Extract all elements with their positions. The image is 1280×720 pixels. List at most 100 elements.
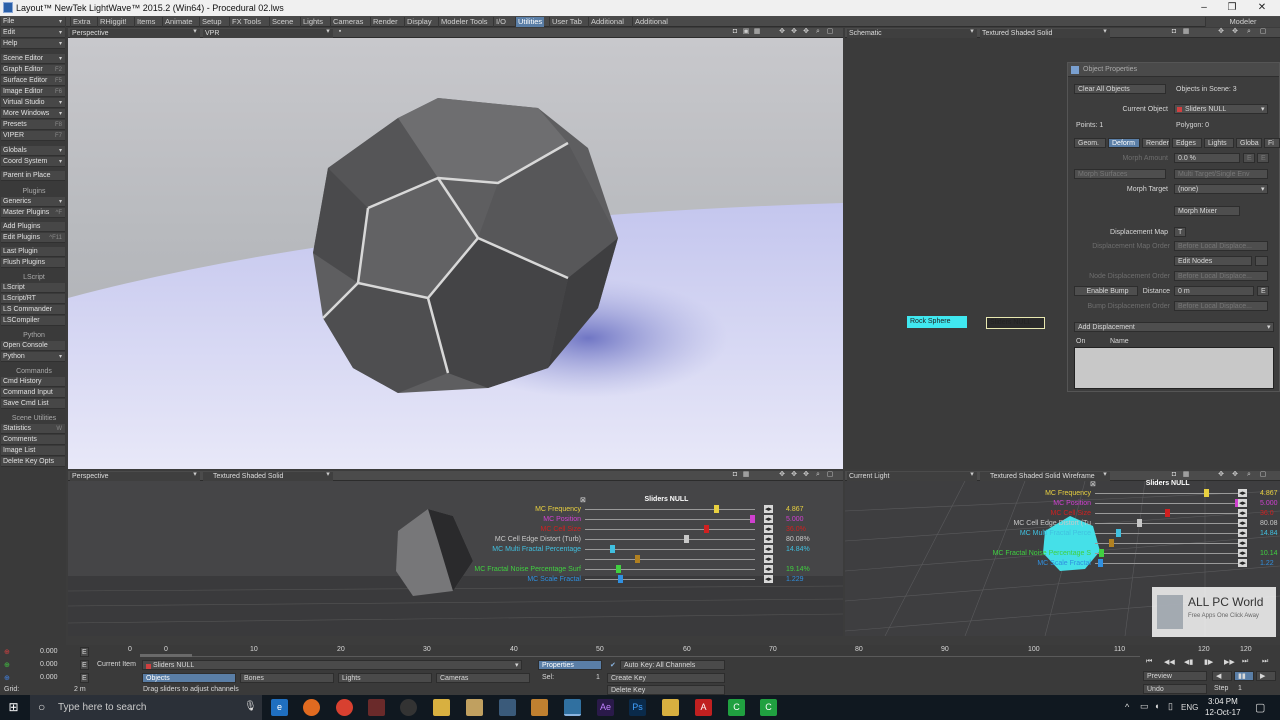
slider-stepper[interactable]: ◂▸	[764, 515, 774, 523]
envelope-button[interactable]: E	[80, 660, 89, 670]
play-forward-button[interactable]: ▶	[1256, 671, 1276, 681]
morph-mixer-button[interactable]: Morph Mixer	[1174, 206, 1240, 216]
grid-icon[interactable]: ▦	[1182, 28, 1190, 36]
orbit-icon[interactable]: ✥	[802, 471, 810, 479]
render-mode-dropdown[interactable]: Textured Shaded Solid	[203, 472, 333, 481]
view-type-dropdown[interactable]: Perspective	[70, 472, 200, 481]
left-panel-button[interactable]: Last Plugin	[1, 247, 65, 257]
left-panel-button[interactable]: LScript	[1, 283, 65, 293]
item-type-tab[interactable]: Cameras	[436, 673, 530, 683]
go-end-icon[interactable]: ⏭	[1242, 658, 1248, 666]
auto-key-dropdown[interactable]: Auto Key: All Channels	[620, 660, 725, 670]
frame-icon[interactable]: ▢	[1259, 28, 1267, 36]
microphone-icon[interactable]: 🎙	[244, 701, 257, 712]
edit-nodes-button[interactable]: Edit Nodes	[1174, 256, 1252, 266]
property-tab[interactable]: Lights	[1204, 138, 1234, 148]
media-icon[interactable]	[400, 699, 417, 716]
zoom-icon[interactable]: ⌕	[1245, 471, 1253, 479]
archive-icon[interactable]	[466, 699, 483, 716]
slider-knob[interactable]	[703, 525, 709, 533]
record-icon[interactable]: ⏭	[1262, 658, 1268, 666]
orbit-icon[interactable]: ✥	[802, 28, 810, 36]
property-tab[interactable]: Fi	[1264, 138, 1280, 148]
left-panel-button[interactable]: VIPER F7	[1, 131, 65, 141]
slider-stepper[interactable]: ◂▸	[1238, 559, 1248, 567]
slider-track[interactable]	[1095, 503, 1240, 504]
go-start-icon[interactable]: ⏮	[1146, 658, 1152, 666]
left-panel-button[interactable]: Comments	[1, 435, 65, 445]
preview-dropdown[interactable]: Preview	[1143, 671, 1207, 681]
slider-stepper[interactable]: ◂▸	[764, 555, 774, 563]
move-panel-icon[interactable]: ⊠	[580, 496, 586, 504]
slider-knob[interactable]	[750, 515, 755, 523]
firefox-icon[interactable]	[303, 699, 320, 716]
checkbox-icon[interactable]: ✔	[610, 661, 616, 669]
slider-stepper[interactable]: ◂▸	[764, 505, 774, 513]
schematic-node-rock-sphere[interactable]: Rock Sphere	[907, 316, 967, 328]
position-z[interactable]: 0.000	[40, 674, 58, 681]
menu-tab[interactable]: Display	[404, 17, 434, 27]
slider-knob[interactable]	[1097, 559, 1103, 567]
property-tab[interactable]: Globa	[1236, 138, 1262, 148]
left-panel-button[interactable]: Coord System ▾	[1, 157, 65, 167]
displacement-map-order-dropdown[interactable]: Before Local Displace...	[1174, 241, 1268, 251]
acrobat-icon[interactable]: A	[695, 699, 712, 716]
slider-stepper[interactable]: ◂▸	[1238, 519, 1248, 527]
slider-knob[interactable]	[684, 535, 689, 543]
menu-tab[interactable]: Modeler Tools	[438, 17, 490, 27]
slider-knob[interactable]	[1099, 549, 1105, 557]
left-panel-button[interactable]: Master Plugins ^F	[1, 208, 65, 218]
edge-icon[interactable]: e	[271, 699, 288, 716]
displacement-list[interactable]	[1074, 347, 1274, 389]
position-x[interactable]: 0.000	[40, 648, 58, 655]
camera-icon[interactable]: ◘	[1170, 28, 1178, 36]
left-panel-button[interactable]: LScript/RT	[1, 294, 65, 304]
step-value[interactable]: 1	[1238, 685, 1242, 692]
item-type-tab[interactable]: Lights	[338, 673, 432, 683]
render-mode-dropdown[interactable]: Textured Shaded Solid	[980, 29, 1110, 38]
enable-bump-button[interactable]: Enable Bump	[1074, 286, 1138, 296]
chrome-icon[interactable]	[336, 699, 353, 716]
bump-displacement-order-dropdown[interactable]: Before Local Displace...	[1174, 301, 1268, 311]
search-box[interactable]: ○ Type here to search 🎙	[30, 695, 262, 720]
envelope-button[interactable]: E	[1257, 153, 1269, 163]
left-panel-button[interactable]: Virtual Studio ▾	[1, 98, 65, 108]
clear-all-objects-button[interactable]: Clear All Objects	[1074, 84, 1166, 94]
left-panel-button[interactable]: Graph Editor F2	[1, 65, 65, 75]
slider-knob[interactable]	[634, 555, 640, 563]
morph-target-dropdown[interactable]: (none)	[1174, 184, 1268, 194]
rotate-icon[interactable]: ✥	[1231, 471, 1239, 479]
left-panel-button[interactable]: Flush Plugins	[1, 258, 65, 268]
delete-key-button[interactable]: Delete Key	[607, 685, 725, 695]
left-panel-button[interactable]: Image List	[1, 446, 65, 456]
view-type-dropdown[interactable]: Current Light	[847, 472, 977, 481]
grid-icon[interactable]: ▦	[742, 471, 750, 479]
pause-button[interactable]: ▮▮	[1234, 671, 1254, 681]
left-panel-button[interactable]: Command Input	[1, 388, 65, 398]
current-item-dropdown[interactable]: Sliders NULL	[142, 660, 522, 670]
left-panel-button[interactable]: Delete Key Opts	[1, 457, 65, 467]
envelope-button[interactable]: E	[1257, 286, 1269, 296]
menu-tab[interactable]: Render	[370, 17, 400, 27]
menu-tab[interactable]: Cameras	[330, 17, 365, 27]
menu-tab[interactable]: Extra	[70, 17, 93, 27]
left-panel-button[interactable]: Image Editor F6	[1, 87, 65, 97]
menu-tab[interactable]: RHiggit!	[97, 17, 129, 27]
after-effects-icon[interactable]: Ae	[597, 699, 614, 716]
move-icon[interactable]: ✥	[778, 28, 786, 36]
add-displacement-dropdown[interactable]: Add Displacement	[1074, 322, 1274, 332]
view-type-dropdown[interactable]: Perspective	[70, 29, 200, 38]
minimize-button[interactable]: –	[1190, 0, 1218, 16]
move-icon[interactable]: ✥	[1217, 28, 1225, 36]
clock-date[interactable]: 12-Oct-17	[1205, 708, 1241, 717]
slider-track[interactable]	[585, 559, 755, 560]
maximize-icon[interactable]: ▪	[336, 28, 344, 36]
move-icon[interactable]: ✥	[1217, 471, 1225, 479]
menu-tab[interactable]: Utilities	[515, 17, 545, 27]
left-panel-button[interactable]: Generics ▾	[1, 197, 65, 207]
menu-tab[interactable]: Lights	[300, 17, 325, 27]
property-tab[interactable]: Deform	[1108, 138, 1140, 148]
menu-tab[interactable]: Setup	[199, 17, 224, 27]
render-mode-dropdown[interactable]: VPR	[203, 29, 333, 38]
property-tab[interactable]: Render	[1142, 138, 1170, 148]
